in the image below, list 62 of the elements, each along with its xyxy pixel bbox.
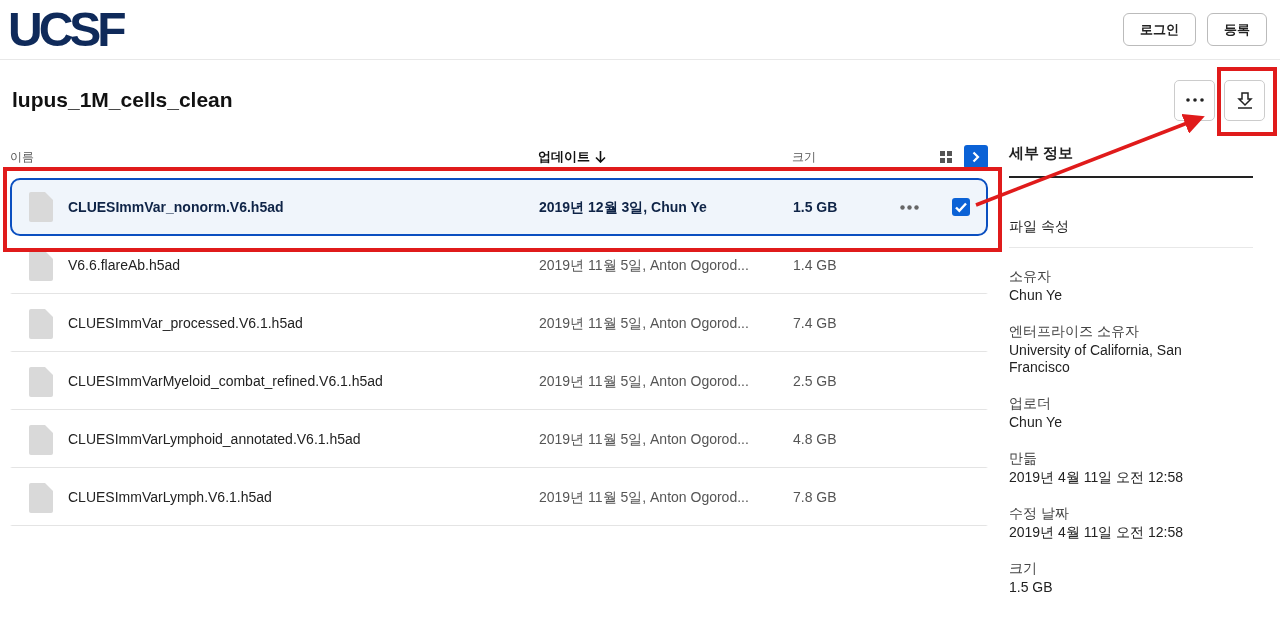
file-row[interactable]: CLUESImmVarMyeloid_combat_refined.V6.1.h5ad 2019년 11월 5일, Anton Ogorod... 2.5 GB — [10, 352, 988, 410]
property-value: Chun Ye — [1009, 414, 1063, 431]
more-icon[interactable] — [900, 204, 919, 210]
download-icon — [1236, 91, 1253, 109]
file-row[interactable]: CLUESImmVar_processed.V6.1.h5ad 2019년 11월 5일, Anton Ogorod... 7.4 GB — [10, 294, 988, 352]
file-icon — [29, 308, 53, 339]
grid-view-icon[interactable] — [940, 151, 952, 163]
file-row[interactable]: CLUESImmVarLymphoid_annotated.V6.1.h5ad 2019년 11월 5일, Anton Ogorod... 4.8 GB — [10, 410, 988, 468]
more-icon — [1185, 98, 1204, 102]
property-value: 2019년 4월 11일 오전 12:58 — [1009, 469, 1185, 486]
updated-cell: 2019년 11월 5일, Anton Ogorod... — [539, 489, 749, 505]
file-row[interactable]: V6.6.flareAb.h5ad 2019년 11월 5일, Anton Ogorod... 1.4 GB — [10, 236, 988, 294]
updated-cell: 2019년 11월 5일, Anton Ogorod... — [539, 431, 749, 447]
file-name[interactable]: CLUESImmVarLymph.V6.1.h5ad — [68, 489, 272, 505]
file-icon — [29, 424, 53, 455]
section-heading: 파일 속성 — [1009, 216, 1253, 248]
updated-cell: 2019년 11월 5일, Anton Ogorod... — [539, 315, 749, 331]
property-label: 소유자 — [1009, 268, 1052, 285]
file-icon — [29, 250, 53, 281]
updated-cell: 2019년 11월 5일, Anton Ogorod... — [539, 373, 749, 389]
property-value: 1.5 GB — [1009, 579, 1054, 596]
property-label: 수정 날짜 — [1009, 505, 1070, 522]
property-label: 크기 — [1009, 560, 1038, 577]
property-value: University of California, San Francisco — [1009, 342, 1183, 376]
size-cell: 4.8 GB — [793, 431, 837, 447]
ucsf-logo: UCSF — [8, 5, 123, 54]
file-row[interactable]: CLUESImmVar_nonorm.V6.h5ad 2019년 12월 3일, Chun Ye 1.5 GB — [10, 178, 988, 236]
download-button[interactable] — [1224, 79, 1265, 121]
more-button[interactable] — [1174, 79, 1215, 121]
property-label: 엔터프라이즈 소유자 — [1009, 323, 1140, 340]
file-name[interactable]: CLUESImmVar_nonorm.V6.h5ad — [68, 198, 284, 215]
updated-cell: 2019년 11월 5일, Anton Ogorod... — [539, 257, 749, 273]
property-value: Chun Ye — [1009, 287, 1063, 304]
property-value: 2019년 4월 11일 오전 12:58 — [1009, 524, 1185, 541]
header-button[interactable]: 등록 — [1207, 13, 1267, 46]
folder-title: lupus_1M_cells_clean — [11, 87, 233, 114]
sort-arrow-icon — [595, 151, 606, 163]
column-header[interactable]: 업데이트 — [538, 147, 590, 167]
details-title: 세부 정보 — [1009, 138, 1253, 178]
file-name[interactable]: CLUESImmVarMyeloid_combat_refined.V6.1.h5ad — [68, 373, 383, 389]
file-name[interactable]: V6.6.flareAb.h5ad — [68, 257, 181, 273]
checkbox[interactable] — [952, 198, 970, 216]
updated-cell: 2019년 12월 3일, Chun Ye — [539, 198, 707, 215]
file-name[interactable]: CLUESImmVar_processed.V6.1.h5ad — [68, 315, 303, 331]
column-header[interactable]: 크기 — [792, 148, 816, 166]
size-cell: 2.5 GB — [793, 373, 837, 389]
file-icon — [29, 192, 53, 222]
property-label: 만듦 — [1009, 450, 1038, 467]
file-row[interactable]: CLUESImmVarLymph.V6.1.h5ad 2019년 11월 5일, Anton Ogorod... 7.8 GB — [10, 468, 988, 526]
highlight-frame — [1217, 67, 1277, 136]
header-button[interactable]: 로그인 — [1123, 13, 1196, 46]
size-cell: 1.5 GB — [793, 198, 838, 215]
file-icon — [29, 482, 53, 513]
size-cell: 7.8 GB — [793, 489, 837, 505]
file-icon — [29, 366, 53, 397]
column-header[interactable]: 이름 — [10, 148, 34, 166]
size-cell: 7.4 GB — [793, 315, 837, 331]
size-cell: 1.4 GB — [793, 257, 837, 273]
chevron-right-icon — [972, 151, 980, 163]
expand-panel-button[interactable] — [964, 145, 988, 169]
file-name[interactable]: CLUESImmVarLymphoid_annotated.V6.1.h5ad — [68, 431, 361, 447]
property-label: 업로더 — [1009, 395, 1052, 412]
